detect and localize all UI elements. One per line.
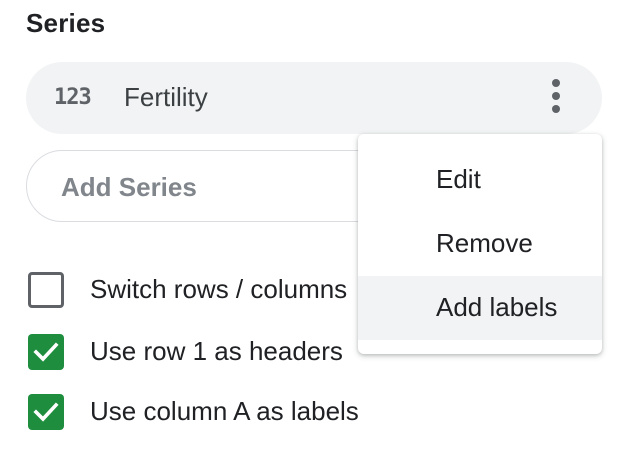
series-label: Fertility — [124, 82, 208, 112]
option-label: Use column A as labels — [90, 396, 359, 426]
menu-item-label: Add labels — [436, 292, 558, 322]
checkmark-icon — [33, 342, 59, 362]
more-dot — [552, 92, 560, 100]
checkbox-unchecked[interactable] — [28, 272, 64, 308]
add-series-placeholder: Add Series — [61, 172, 197, 202]
option-use-column-a-labels[interactable]: Use column A as labels — [28, 394, 408, 430]
option-label: Switch rows / columns — [90, 274, 348, 304]
more-vert-icon[interactable] — [534, 76, 578, 120]
number-type-icon: 123 — [54, 85, 92, 110]
option-label: Use row 1 as headers — [90, 336, 343, 366]
menu-item-label: Edit — [436, 164, 481, 194]
series-chip-fertility[interactable]: 123 Fertility — [26, 62, 602, 134]
section-title: Series — [26, 8, 106, 38]
more-dot — [552, 79, 560, 87]
option-switch-rows-columns[interactable]: Switch rows / columns — [28, 272, 368, 308]
menu-item-edit[interactable]: Edit — [358, 148, 602, 212]
series-panel: Series 123 Fertility Add Series Switch r… — [0, 0, 626, 454]
menu-item-label: Remove — [436, 228, 533, 258]
series-context-menu: Edit Remove Add labels — [358, 134, 602, 354]
checkbox-checked[interactable] — [28, 334, 64, 370]
checkmark-icon — [33, 402, 59, 422]
checkbox-checked[interactable] — [28, 394, 64, 430]
option-use-row-1-headers[interactable]: Use row 1 as headers — [28, 334, 388, 370]
more-dot — [552, 105, 560, 113]
menu-item-add-labels[interactable]: Add labels — [358, 276, 602, 340]
menu-item-remove[interactable]: Remove — [358, 212, 602, 276]
